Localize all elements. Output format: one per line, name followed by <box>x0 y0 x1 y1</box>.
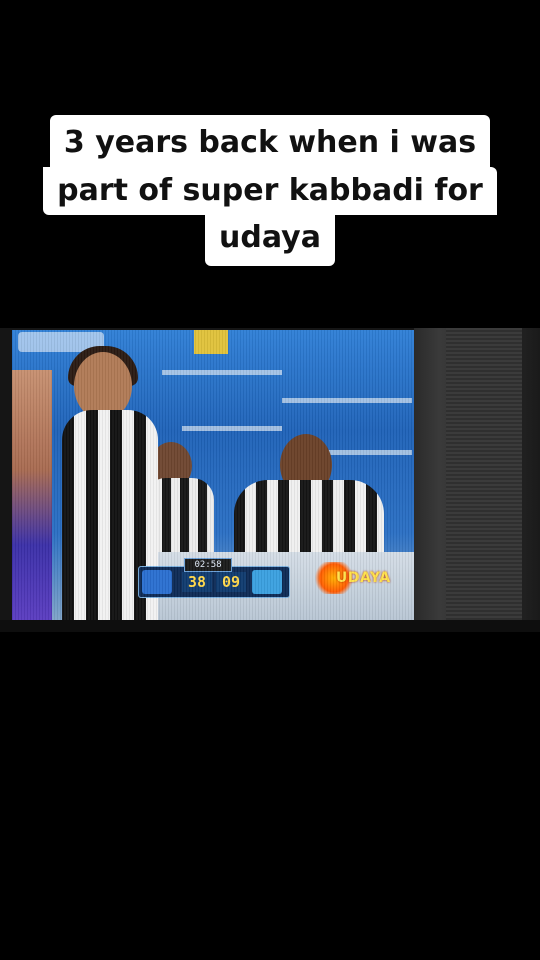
score-right: 09 <box>216 572 246 592</box>
team-logo-left <box>142 570 172 594</box>
caption-box: 3 years back when i was part of super ka… <box>0 115 540 266</box>
tv-screen: 02:58 38 09 UDAYA <box>12 330 414 620</box>
caption-line-3: udaya <box>205 214 335 266</box>
tv-bezel-bottom <box>0 620 540 632</box>
caption-line-1: 3 years back when i was <box>49 115 491 167</box>
studio-logo <box>194 330 228 354</box>
player-silhouette <box>12 370 52 620</box>
team-logo-right <box>252 570 282 594</box>
match-timer: 02:58 <box>184 558 232 572</box>
studio-shelf <box>182 426 282 431</box>
studio-shelf <box>282 398 412 403</box>
studio-shelf <box>162 370 282 375</box>
udaya-logo: UDAYA <box>314 562 400 594</box>
tv-photo: 02:58 38 09 UDAYA <box>0 328 540 632</box>
score-left: 38 <box>182 572 212 592</box>
tv-speaker-grille <box>446 328 522 632</box>
caption-line-2: part of super kabbadi for <box>43 167 497 215</box>
udaya-logo-text: UDAYA <box>336 570 391 586</box>
